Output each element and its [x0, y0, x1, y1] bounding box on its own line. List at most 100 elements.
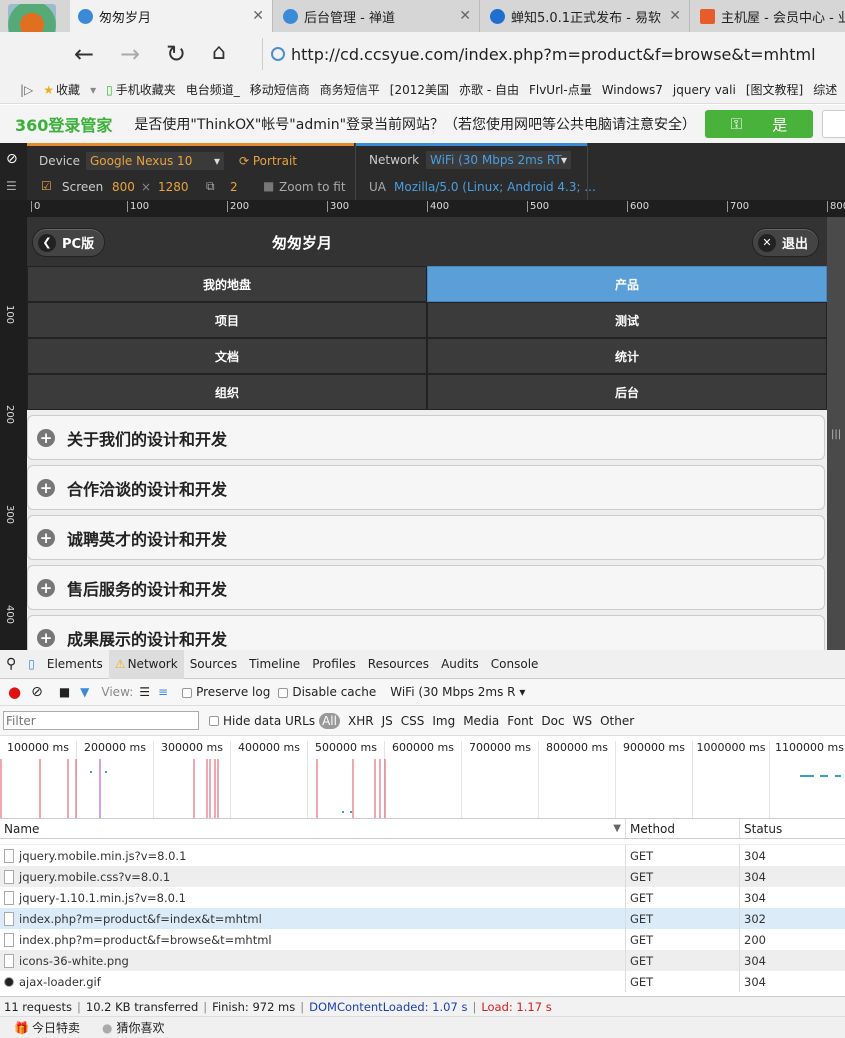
filter-img[interactable]: Img	[432, 714, 455, 728]
table-row[interactable]: icons-36-white.png GET 304	[0, 950, 845, 971]
daily-deals-link[interactable]: 今日特卖	[32, 1019, 80, 1036]
table-row[interactable]: ajax-loader.gif GET 304	[0, 971, 845, 992]
clear-button[interactable]: ⊘	[31, 684, 43, 700]
device-select[interactable]: Google Nexus 10 ▾	[86, 152, 224, 170]
bookmark[interactable]: 商务短信平	[320, 81, 380, 98]
user-agent-input[interactable]: Mozilla/5.0 (Linux; Android 4.3; ...	[394, 180, 596, 194]
yes-button[interactable]: ⚿ 是	[705, 110, 813, 138]
filter-js[interactable]: JS	[382, 714, 393, 728]
disable-cache-checkbox[interactable]: Disable cache	[278, 685, 376, 699]
bookmark[interactable]: 综述	[813, 81, 837, 98]
filter-other[interactable]: Other	[600, 714, 634, 728]
table-row[interactable]: jquery.mobile.min.js?v=8.0.1 GET 304	[0, 845, 845, 866]
logout-button[interactable]: ✕ 退出	[752, 228, 820, 257]
filter-all[interactable]: All	[319, 712, 340, 729]
product-item[interactable]: + 合作洽谈的设计和开发	[27, 465, 825, 510]
list-view-icon[interactable]: ☰	[139, 685, 150, 699]
filter-font[interactable]: Font	[507, 714, 533, 728]
bookmark[interactable]: 电台频道_	[186, 81, 240, 98]
back-button[interactable]: ←	[74, 40, 94, 68]
tab-timeline[interactable]: Timeline	[243, 650, 306, 679]
block-icon[interactable]: ⊘	[6, 151, 18, 167]
chevron-down-icon[interactable]: ▾	[90, 83, 96, 97]
filter-doc[interactable]: Doc	[541, 714, 564, 728]
tab-resources[interactable]: Resources	[362, 650, 435, 679]
record-button[interactable]: ●	[8, 683, 21, 701]
nav-project[interactable]: 项目	[27, 302, 427, 338]
nav-doc[interactable]: 文档	[27, 338, 427, 374]
tab[interactable]: 蝉知5.0.1正式发布 - 易软动 ✕	[482, 0, 690, 32]
nav-product[interactable]: 产品	[427, 266, 827, 302]
bookmark[interactable]: 手机收藏夹	[116, 81, 176, 98]
zoom-to-fit-checkbox[interactable]: ■	[263, 179, 274, 193]
nav-company[interactable]: 组织	[27, 374, 427, 410]
filter-media[interactable]: Media	[463, 714, 499, 728]
tab-network[interactable]: ⚠ Network	[108, 649, 184, 679]
home-button[interactable]: ⌂	[212, 40, 226, 65]
recommendations-link[interactable]: 猜你喜欢	[116, 1019, 164, 1036]
close-icon[interactable]: ✕	[669, 8, 681, 24]
orientation-button[interactable]: ⟳ Portrait	[239, 154, 297, 168]
table-row[interactable]: index.php?m=product&f=browse&t=mhtml GET 2…	[0, 929, 845, 950]
column-status[interactable]: Status	[740, 819, 845, 838]
tab-active[interactable]: 匆匆岁月 ✕	[70, 0, 273, 32]
filter-xhr[interactable]: XHR	[348, 714, 374, 728]
nav-test[interactable]: 测试	[427, 302, 827, 338]
table-row[interactable]: index.php?m=product&f=index&t=mhtml GET 30…	[0, 908, 845, 929]
bookmark[interactable]: 移动短信商	[250, 81, 310, 98]
bookmark[interactable]: 收藏	[56, 81, 80, 98]
tab-elements[interactable]: Elements	[41, 650, 109, 679]
close-icon[interactable]: ✕	[252, 8, 264, 24]
filter-input[interactable]	[3, 711, 199, 730]
no-button[interactable]	[822, 110, 845, 138]
waterfall-view-icon[interactable]: ≡	[158, 685, 168, 699]
forward-button[interactable]: →	[120, 40, 140, 68]
hide-data-urls-checkbox[interactable]: Hide data URLs	[209, 714, 315, 728]
screen-width-input[interactable]: 800	[112, 180, 135, 194]
filter-ws[interactable]: WS	[573, 714, 592, 728]
network-overview[interactable]: 100000 ms 200000 ms 300000 ms 400000 ms …	[0, 737, 845, 819]
nav-admin[interactable]: 后台	[427, 374, 827, 410]
product-item[interactable]: + 关于我们的设计和开发	[27, 415, 825, 460]
column-name[interactable]: Name ▼	[0, 819, 626, 838]
product-item[interactable]: + 诚聘英才的设计和开发	[27, 515, 825, 560]
sidebar-toggle-icon[interactable]: |▷	[20, 83, 33, 97]
tab-audits[interactable]: Audits	[435, 650, 485, 679]
bookmark[interactable]: jquery vali	[673, 83, 736, 97]
bookmark[interactable]: [2012美国	[390, 81, 449, 98]
drawer-icon[interactable]: ☰	[6, 179, 17, 193]
table-row[interactable]: jquery-1.10.1.min.js?v=8.0.1 GET 304	[0, 887, 845, 908]
product-item[interactable]: + 成果展示的设计和开发	[27, 615, 825, 650]
nav-my-space[interactable]: 我的地盘	[27, 266, 427, 302]
product-item[interactable]: + 售后服务的设计和开发	[27, 565, 825, 610]
bookmark[interactable]: Windows7	[602, 83, 663, 97]
throttle-select[interactable]: WiFi (30 Mbps 2ms R ▾	[390, 685, 525, 699]
screen-height-input[interactable]: 1280	[158, 180, 189, 194]
bookmark[interactable]: [图文教程]	[746, 81, 803, 98]
device-pixel-ratio-input[interactable]: 2	[230, 180, 238, 194]
filter-css[interactable]: CSS	[401, 714, 425, 728]
nav-report[interactable]: 统计	[427, 338, 827, 374]
address-bar[interactable]: http://cd.ccsyue.com/index.php?m=product…	[262, 38, 845, 70]
screen-checkbox[interactable]: ☑	[41, 179, 52, 193]
bookmark[interactable]: FlvUrl-点量	[529, 81, 592, 98]
viewport-resize-handle[interactable]: |||	[827, 217, 845, 650]
screenshot-icon[interactable]: ■	[59, 685, 70, 699]
tab[interactable]: 后台管理 - 禅道 ✕	[275, 0, 480, 32]
device-mode-icon[interactable]: ▯	[22, 650, 41, 679]
tab[interactable]: 主机屋 - 会员中心 - 业务	[692, 0, 845, 32]
close-icon[interactable]: ✕	[459, 8, 471, 24]
item-label: 成果展示的设计和开发	[67, 629, 228, 649]
tab-profiles[interactable]: Profiles	[306, 650, 362, 679]
network-select[interactable]: WiFi (30 Mbps 2ms RT ▾	[426, 151, 571, 169]
bookmark[interactable]: 亦歌 - 自由	[459, 81, 519, 98]
reload-button[interactable]: ↻	[166, 40, 186, 68]
filter-icon[interactable]: ▼	[80, 685, 89, 699]
preserve-log-checkbox[interactable]: Preserve log	[182, 685, 270, 699]
table-row[interactable]: jquery.mobile.css?v=8.0.1 GET 304	[0, 866, 845, 887]
column-method[interactable]: Method	[626, 819, 740, 838]
search-icon[interactable]: ⚲	[0, 650, 22, 679]
tab-console[interactable]: Console	[485, 650, 545, 679]
pc-version-button[interactable]: ❮ PC版	[32, 228, 106, 257]
tab-sources[interactable]: Sources	[184, 650, 243, 679]
